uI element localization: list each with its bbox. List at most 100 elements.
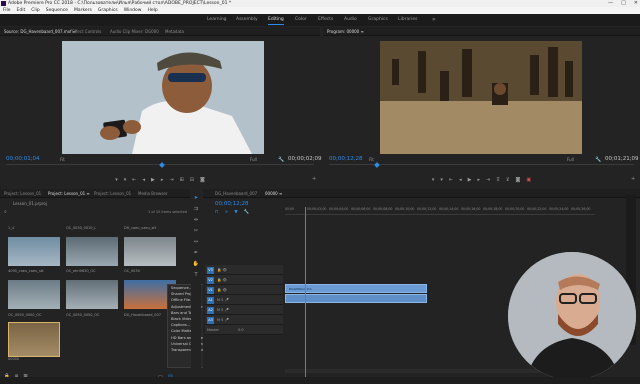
lift-icon[interactable]: ⊼ (496, 177, 500, 183)
tab-effect-controls[interactable]: Effect Controls (72, 27, 101, 36)
program-frame-forward-icon[interactable]: ▸ (477, 177, 480, 183)
slip-tool-icon[interactable]: ↔ (194, 239, 198, 245)
project-thumb[interactable] (66, 280, 118, 309)
maximize-button[interactable]: □ (621, 0, 626, 7)
program-mark-in-icon[interactable]: ▾ (432, 177, 435, 183)
source-video-frame[interactable] (62, 41, 264, 154)
menu-markers[interactable]: Markers (74, 7, 92, 14)
workspace-learning[interactable]: Learning (207, 14, 227, 26)
track-target[interactable]: A1 (207, 296, 214, 304)
step-back-icon[interactable]: ⇤ (132, 177, 136, 183)
menu-file[interactable]: File (3, 7, 11, 14)
timeline-wrench-icon[interactable]: 🔧 (244, 210, 250, 215)
master-level[interactable]: 0.0 (238, 328, 244, 332)
program-wrench-icon[interactable]: 🔧 (595, 157, 601, 163)
timeline-ruler[interactable]: 00;00 00;00;02;00 00;00;04;00 00;00;06;0… (285, 207, 595, 215)
type-tool-icon[interactable]: T (194, 272, 197, 278)
source-playhead-timecode[interactable]: 00;00;01;04 (6, 156, 40, 162)
program-step-forward-icon[interactable]: ⇥ (486, 177, 490, 183)
tab-sequence-2[interactable]: 00000 ≡ (265, 189, 282, 198)
source-fit-select[interactable]: Fit (60, 157, 65, 162)
insert-icon[interactable]: ⊞ (180, 177, 184, 183)
track-target[interactable]: V3 (207, 266, 214, 274)
razor-tool-icon[interactable]: ✂ (194, 228, 198, 234)
project-thumb[interactable] (8, 280, 60, 309)
workspace-assembly[interactable]: Assembly (236, 14, 258, 26)
menu-window[interactable]: Window (124, 7, 142, 14)
wrench-icon[interactable]: 🔧 (278, 157, 284, 163)
program-fit-select[interactable]: Fit (369, 157, 374, 162)
tab-project-1[interactable]: Project: Lesson_01 (4, 189, 41, 198)
workspace-effects[interactable]: Effects (318, 14, 333, 26)
frame-back-icon[interactable]: ◂ (142, 177, 145, 183)
timeline-timecode[interactable]: 00;00;12;28 (215, 201, 249, 207)
comparison-view-icon[interactable]: ▣ (526, 177, 531, 183)
tab-audio-clip-mixer[interactable]: Audio Clip Mixer: DG000 (110, 27, 159, 36)
track-header-v1[interactable]: V1 🔒 👁 (205, 285, 283, 295)
project-thumb[interactable] (124, 237, 176, 266)
selection-tool-icon[interactable]: ➤ (194, 195, 198, 201)
menu-sequence[interactable]: Sequence (46, 7, 68, 14)
step-forward-icon[interactable]: ⇥ (169, 177, 173, 183)
menu-edit[interactable]: Edit (17, 7, 26, 14)
timeline-playhead[interactable] (305, 207, 306, 377)
camera-icon[interactable]: ◙ (200, 177, 205, 183)
project-thumb-selected[interactable] (8, 322, 60, 357)
track-target[interactable]: A3 (207, 316, 214, 324)
program-mark-out-icon[interactable]: ▾ (440, 177, 443, 183)
track-select-tool-icon[interactable]: ⇉ (194, 206, 198, 212)
mark-in-icon[interactable]: ▾ (115, 177, 118, 183)
mark-out-icon[interactable]: ▾ (124, 177, 127, 183)
workspace-graphics[interactable]: Graphics (368, 14, 388, 26)
program-camera-icon[interactable]: ◙ (516, 177, 521, 183)
ripple-edit-tool-icon[interactable]: ⇹ (194, 217, 198, 223)
play-icon[interactable]: ▶ (151, 177, 155, 183)
tab-sequence-1[interactable]: DG_Havenbaard_007 (215, 189, 257, 198)
close-button[interactable]: ✕ (634, 0, 638, 7)
program-add-button[interactable]: + (631, 176, 635, 182)
track-target[interactable]: V1 (207, 286, 214, 294)
tab-project-3[interactable]: Project: Lesson_01 (94, 189, 131, 198)
project-thumb[interactable] (8, 237, 60, 266)
tab-source[interactable]: Source: DG_Havenbaard_007.mxf ≡ (4, 27, 76, 36)
project-thumb[interactable] (66, 237, 118, 266)
tab-project-2[interactable]: Project: Lesson_01 ≡ (48, 189, 90, 198)
program-frame-back-icon[interactable]: ◂ (459, 177, 462, 183)
program-playhead-timecode[interactable]: 00;00;12;28 (329, 156, 363, 162)
workspace-editing[interactable]: Editing (268, 14, 284, 26)
program-play-icon[interactable]: ▶ (468, 177, 472, 183)
tab-media-browser[interactable]: Media Browser (138, 189, 168, 198)
workspace-overflow-button[interactable]: » (432, 14, 436, 26)
linked-selection-icon[interactable]: ∞ (225, 210, 229, 215)
source-resolution-select[interactable]: Full (250, 157, 257, 162)
frame-forward-icon[interactable]: ▸ (161, 177, 164, 183)
audio-clip[interactable] (285, 294, 427, 303)
track-header-master[interactable]: Master 0.0 (205, 325, 283, 335)
menu-graphics[interactable]: Graphics (98, 7, 118, 14)
menu-clip[interactable]: Clip (31, 7, 40, 14)
workspace-color[interactable]: Color (295, 14, 307, 26)
track-header-v2[interactable]: V2 🔒 👁 (205, 275, 283, 285)
snap-icon[interactable]: ⊓ (215, 210, 219, 215)
hand-tool-icon[interactable]: ✋ (193, 261, 199, 267)
tab-program[interactable]: Program: 00000 ≡ (327, 27, 364, 36)
program-video-frame[interactable] (380, 41, 582, 154)
workspace-audio[interactable]: Audio (344, 14, 357, 26)
video-clip[interactable]: DG0/0Pand 0.C (285, 284, 427, 293)
program-step-back-icon[interactable]: ⇤ (449, 177, 453, 183)
program-resolution-select[interactable]: Full (567, 157, 574, 162)
search-icon[interactable]: ⌕ (4, 209, 7, 215)
track-target[interactable]: A2 (207, 306, 214, 314)
minimize-button[interactable]: — (608, 0, 613, 7)
track-header-a2[interactable]: A2 M S 🎤 (205, 305, 283, 315)
overwrite-icon[interactable]: ⊟ (190, 177, 194, 183)
add-button[interactable]: + (312, 176, 316, 182)
extract-icon[interactable]: ⊻ (506, 177, 510, 183)
add-marker-icon[interactable]: ▼ (234, 210, 237, 215)
pen-tool-icon[interactable]: ✒ (194, 250, 198, 256)
menu-help[interactable]: Help (147, 7, 157, 14)
tab-metadata[interactable]: Metadata (165, 27, 184, 36)
workspace-libraries[interactable]: Libraries (398, 14, 417, 26)
track-header-a3[interactable]: A3 M S 🎤 (205, 315, 283, 325)
track-header-a1[interactable]: A1 M S 🎤 (205, 295, 283, 305)
